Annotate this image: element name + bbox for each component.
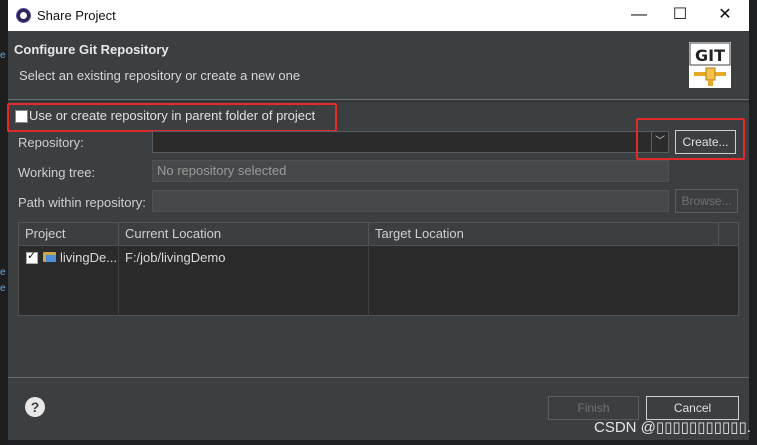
column-divider <box>118 245 119 315</box>
editor-gutter-mark: e <box>0 283 6 294</box>
repository-combo[interactable]: ﹀ <box>152 131 669 153</box>
working-tree-label: Working tree: <box>18 165 96 180</box>
share-project-dialog: Share Project — ☐ ✕ Configure Git Reposi… <box>7 0 749 440</box>
footer-separator <box>8 377 749 378</box>
project-folder-icon <box>43 252 56 262</box>
parent-folder-checkbox[interactable] <box>15 110 28 123</box>
column-divider <box>368 245 369 315</box>
page-subtitle: Select an existing repository or create … <box>19 68 301 83</box>
create-button[interactable]: Create... <box>675 130 736 154</box>
git-logo-text: GIT <box>695 46 725 65</box>
maximize-button[interactable]: ☐ <box>665 4 695 26</box>
column-header-project[interactable]: Project <box>19 223 119 245</box>
eclipse-app-icon <box>16 8 31 23</box>
working-tree-field: No repository selected <box>152 160 669 182</box>
cancel-button[interactable]: Cancel <box>646 396 739 420</box>
projects-table: Project Current Location Target Location… <box>18 222 739 316</box>
editor-gutter-mark: e <box>0 50 6 61</box>
wizard-header: Configure Git Repository Select an exist… <box>8 31 749 99</box>
browse-button[interactable]: Browse... <box>675 189 738 213</box>
column-header-target-location[interactable]: Target Location <box>369 223 719 245</box>
close-button[interactable]: ✕ <box>710 4 740 26</box>
title-bar[interactable]: Share Project — ☐ ✕ <box>8 0 749 31</box>
finish-button[interactable]: Finish <box>548 396 639 420</box>
editor-gutter-mark: e <box>0 267 6 278</box>
path-within-repository-label: Path within repository: <box>18 195 146 210</box>
cell-current-location: F:/job/livingDemo <box>125 250 226 265</box>
repository-label: Repository: <box>18 135 84 150</box>
header-separator-shadow <box>8 101 749 102</box>
table-header: Project Current Location Target Location <box>19 223 738 246</box>
row-checkbox[interactable] <box>26 249 38 264</box>
header-separator <box>8 99 749 100</box>
column-header-current-location[interactable]: Current Location <box>119 223 369 245</box>
minimize-button[interactable]: — <box>624 4 654 26</box>
help-icon[interactable]: ? <box>25 397 45 417</box>
parent-folder-checkbox-label[interactable]: Use or create repository in parent folde… <box>29 108 315 123</box>
cell-project: livingDe... <box>60 250 118 265</box>
page-title: Configure Git Repository <box>14 42 169 57</box>
csdn-watermark: CSDN @▯▯▯▯▯▯▯▯▯▯▯. <box>594 419 751 436</box>
path-within-repository-field[interactable] <box>152 190 669 212</box>
window-title: Share Project <box>37 8 116 23</box>
left-editor-strip: e e e <box>0 0 8 445</box>
git-logo-icon: GIT <box>689 42 731 88</box>
